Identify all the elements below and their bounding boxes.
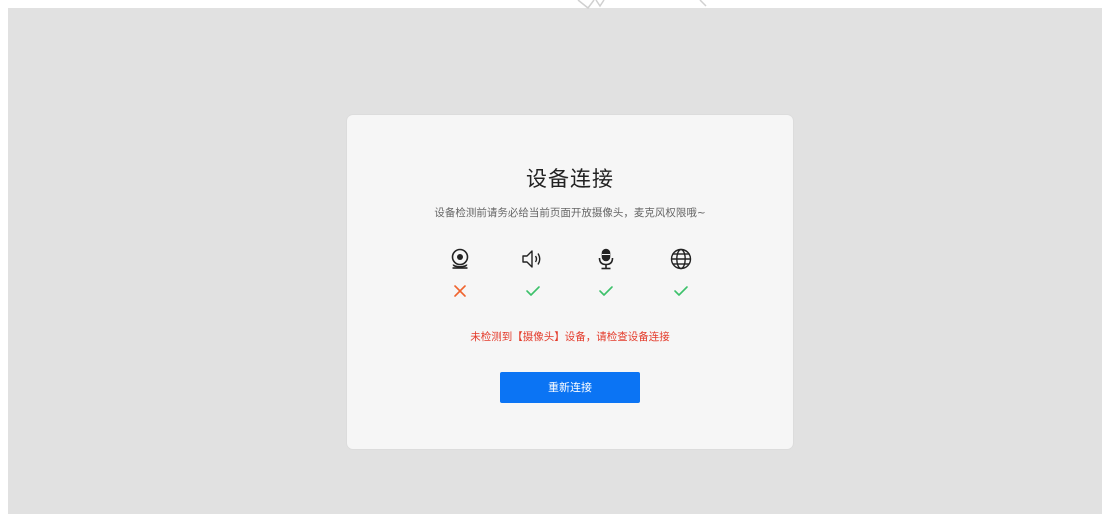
globe-icon xyxy=(669,247,693,271)
page-background: 设备连接 设备检测前请务必给当前页面开放摄像头，麦克风权限哦~ 未检测到【摄像头… xyxy=(8,8,1102,514)
speaker-icon xyxy=(520,247,544,271)
microphone-icon xyxy=(594,247,618,271)
device-connection-dialog: 设备连接 设备检测前请务必给当前页面开放摄像头，麦克风权限哦~ 未检测到【摄像头… xyxy=(347,115,793,449)
reconnect-button[interactable]: 重新连接 xyxy=(500,372,640,403)
dialog-subtitle: 设备检测前请务必给当前页面开放摄像头，麦克风权限哦~ xyxy=(434,207,706,219)
network-status-check-icon xyxy=(673,283,689,299)
camera-status-cross-icon xyxy=(452,283,468,299)
microphone-status-check-icon xyxy=(598,283,614,299)
dialog-title: 设备连接 xyxy=(526,167,614,191)
error-message: 未检测到【摄像头】设备，请检查设备连接 xyxy=(470,331,670,343)
speaker-status-check-icon xyxy=(525,283,541,299)
camera-icon xyxy=(448,247,472,271)
